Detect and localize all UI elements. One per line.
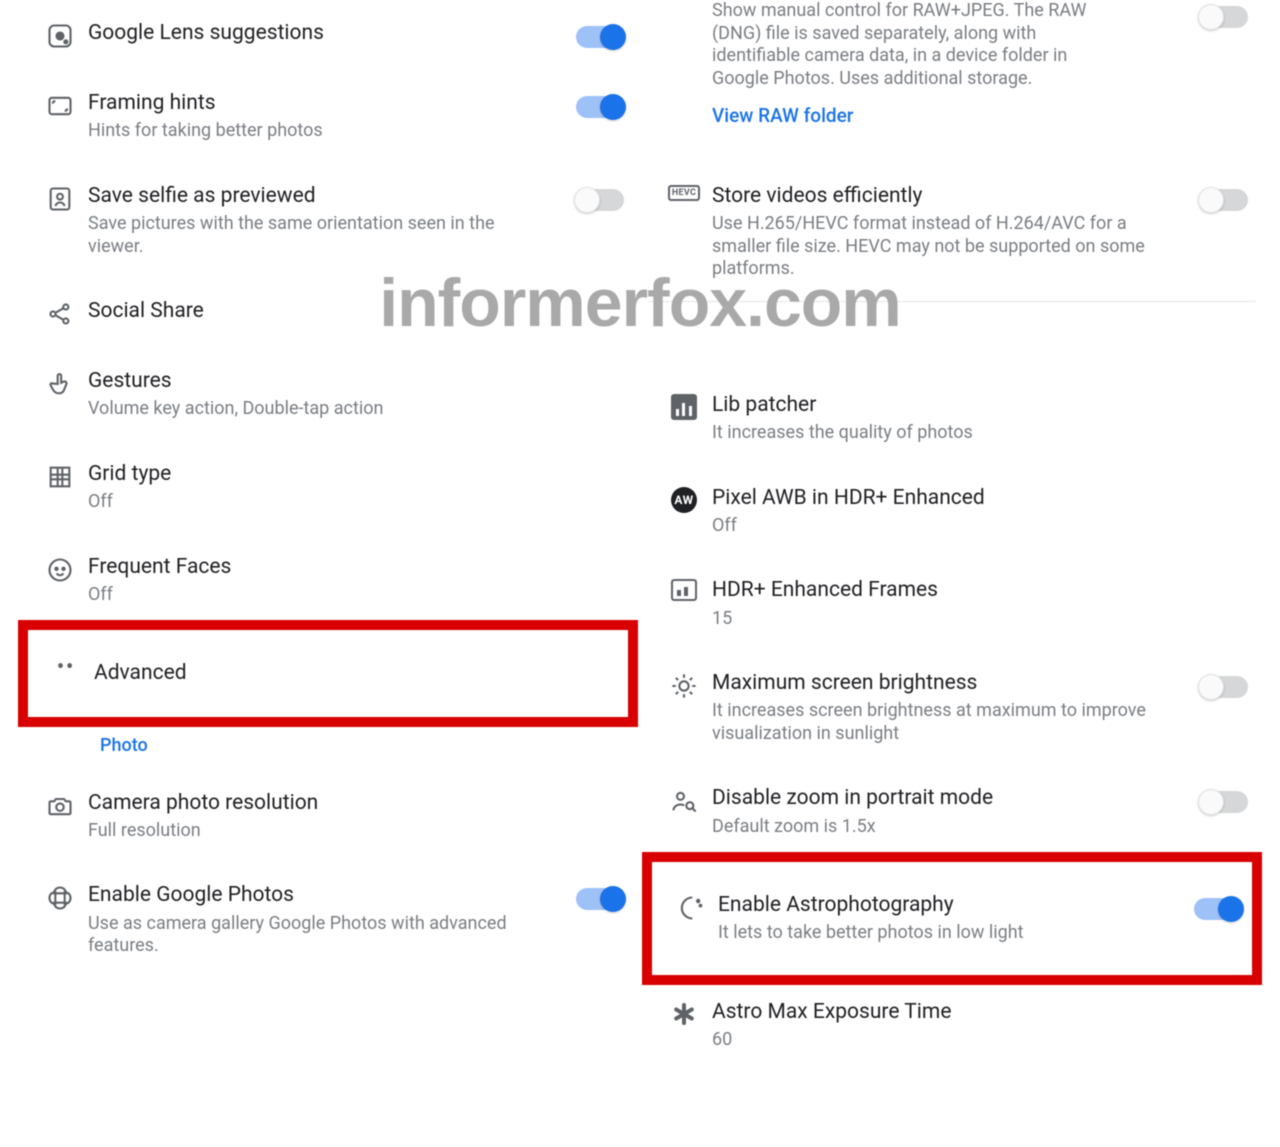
setting-title: Gestures bbox=[88, 368, 618, 394]
setting-lib-patcher[interactable]: Lib patcher It increases the quality of … bbox=[648, 372, 1256, 465]
setting-frequent-faces[interactable]: Frequent Faces Off bbox=[24, 534, 632, 627]
setting-sub: Use H.265/HEVC format instead of H.264/A… bbox=[712, 213, 1172, 281]
setting-save-selfie[interactable]: Save selfie as previewed Save pictures w… bbox=[24, 163, 632, 278]
setting-sub: 15 bbox=[712, 608, 1242, 631]
setting-title: Google Lens suggestions bbox=[88, 20, 548, 46]
setting-hevc[interactable]: HEVC Store videos efficiently Use H.265/… bbox=[648, 163, 1256, 301]
face-icon bbox=[46, 556, 74, 584]
setting-sub: Volume key action, Double-tap action bbox=[88, 398, 618, 421]
setting-sub: 60 bbox=[712, 1029, 1242, 1052]
setting-sub: Off bbox=[88, 584, 618, 607]
awb-icon: AW bbox=[671, 487, 697, 513]
settings-left-column: Google Lens suggestions Framing hints Hi… bbox=[0, 0, 640, 1147]
setting-enable-astrophotography[interactable]: Enable Astrophotography It lets to take … bbox=[648, 858, 1256, 979]
toggle-raw-control[interactable] bbox=[1200, 6, 1248, 28]
setting-astro-exposure-time[interactable]: Astro Max Exposure Time 60 bbox=[648, 979, 1256, 1072]
hdr-frames-icon bbox=[671, 579, 697, 601]
setting-max-brightness[interactable]: Maximum screen brightness It increases s… bbox=[648, 650, 1256, 765]
setting-camera-resolution[interactable]: Camera photo resolution Full resolution bbox=[24, 770, 632, 863]
setting-sub: Full resolution bbox=[88, 820, 618, 843]
camera-icon bbox=[46, 792, 74, 820]
setting-framing-hints[interactable]: Framing hints Hints for taking better ph… bbox=[24, 70, 632, 163]
toggle-google-photos[interactable] bbox=[576, 888, 624, 910]
section-photo: Photo bbox=[24, 721, 632, 770]
brightness-icon bbox=[670, 672, 698, 700]
setting-title: Maximum screen brightness bbox=[712, 670, 1172, 696]
setting-grid-type[interactable]: Grid type Off bbox=[24, 441, 632, 534]
toggle-framing-hints[interactable] bbox=[576, 96, 624, 118]
setting-disable-zoom-portrait[interactable]: Disable zoom in portrait mode Default zo… bbox=[648, 765, 1256, 858]
setting-title: Frequent Faces bbox=[88, 554, 618, 580]
divider bbox=[648, 301, 1256, 302]
toggle-save-selfie[interactable] bbox=[576, 189, 624, 211]
setting-title: Social Share bbox=[88, 298, 618, 324]
view-raw-folder-link[interactable]: View RAW folder bbox=[712, 90, 1172, 143]
setting-title: Store videos efficiently bbox=[712, 183, 1172, 209]
moon-icon bbox=[676, 894, 704, 922]
aperture-icon bbox=[671, 1001, 697, 1027]
setting-sub: Default zoom is 1.5x bbox=[712, 816, 1172, 839]
setting-pixel-awb[interactable]: AW Pixel AWB in HDR+ Enhanced Off bbox=[648, 465, 1256, 558]
share-icon bbox=[46, 300, 74, 328]
person-search-icon bbox=[670, 787, 698, 815]
setting-advanced[interactable]: •• Advanced bbox=[24, 626, 632, 720]
settings-right-column: Show manual control for RAW+JPEG. The RA… bbox=[640, 0, 1280, 1147]
toggle-hevc[interactable] bbox=[1200, 189, 1248, 211]
gesture-icon bbox=[46, 370, 74, 398]
setting-title: Framing hints bbox=[88, 90, 548, 116]
toggle-zoom-portrait[interactable] bbox=[1200, 791, 1248, 813]
spacer bbox=[648, 308, 1256, 372]
setting-hdr-frames[interactable]: HDR+ Enhanced Frames 15 bbox=[648, 557, 1256, 650]
setting-title: Disable zoom in portrait mode bbox=[712, 785, 1172, 811]
toggle-google-lens[interactable] bbox=[576, 26, 624, 48]
setting-sub: Hints for taking better photos bbox=[88, 120, 548, 143]
more-icon: •• bbox=[57, 662, 75, 670]
frame-icon bbox=[46, 92, 74, 120]
setting-sub: Off bbox=[712, 515, 1242, 538]
setting-title: Pixel AWB in HDR+ Enhanced bbox=[712, 485, 1242, 511]
setting-sub: Use as camera gallery Google Photos with… bbox=[88, 913, 508, 958]
setting-social-share[interactable]: Social Share bbox=[24, 278, 632, 348]
selfie-icon bbox=[46, 185, 74, 213]
setting-google-lens[interactable]: Google Lens suggestions bbox=[24, 0, 632, 70]
setting-title: Enable Astrophotography bbox=[718, 892, 1166, 918]
setting-sub: It increases screen brightness at maximu… bbox=[712, 700, 1172, 745]
setting-gestures[interactable]: Gestures Volume key action, Double-tap a… bbox=[24, 348, 632, 441]
setting-title: Advanced bbox=[94, 660, 612, 686]
setting-title: Save selfie as previewed bbox=[88, 183, 548, 209]
setting-sub: Show manual control for RAW+JPEG. The RA… bbox=[712, 0, 1112, 90]
setting-sub: It lets to take better photos in low lig… bbox=[718, 922, 1166, 945]
setting-title: Camera photo resolution bbox=[88, 790, 618, 816]
toggle-astrophotography[interactable] bbox=[1194, 898, 1242, 920]
setting-title: Grid type bbox=[88, 461, 618, 487]
setting-title: Astro Max Exposure Time bbox=[712, 999, 1242, 1025]
hevc-icon: HEVC bbox=[668, 185, 700, 201]
setting-title: HDR+ Enhanced Frames bbox=[712, 577, 1242, 603]
setting-sub: Off bbox=[88, 491, 618, 514]
setting-title: Lib patcher bbox=[712, 392, 1242, 418]
setting-title: Enable Google Photos bbox=[88, 882, 548, 908]
setting-sub: It increases the quality of photos bbox=[712, 422, 1242, 445]
toggle-brightness[interactable] bbox=[1200, 676, 1248, 698]
grid-icon bbox=[46, 463, 74, 491]
lens-icon bbox=[46, 22, 74, 50]
setting-raw-control[interactable]: Show manual control for RAW+JPEG. The RA… bbox=[648, 0, 1256, 163]
setting-sub: Save pictures with the same orientation … bbox=[88, 213, 508, 258]
google-photos-icon bbox=[46, 884, 74, 912]
lib-patcher-icon bbox=[671, 394, 697, 420]
setting-enable-google-photos[interactable]: Enable Google Photos Use as camera galle… bbox=[24, 862, 632, 977]
